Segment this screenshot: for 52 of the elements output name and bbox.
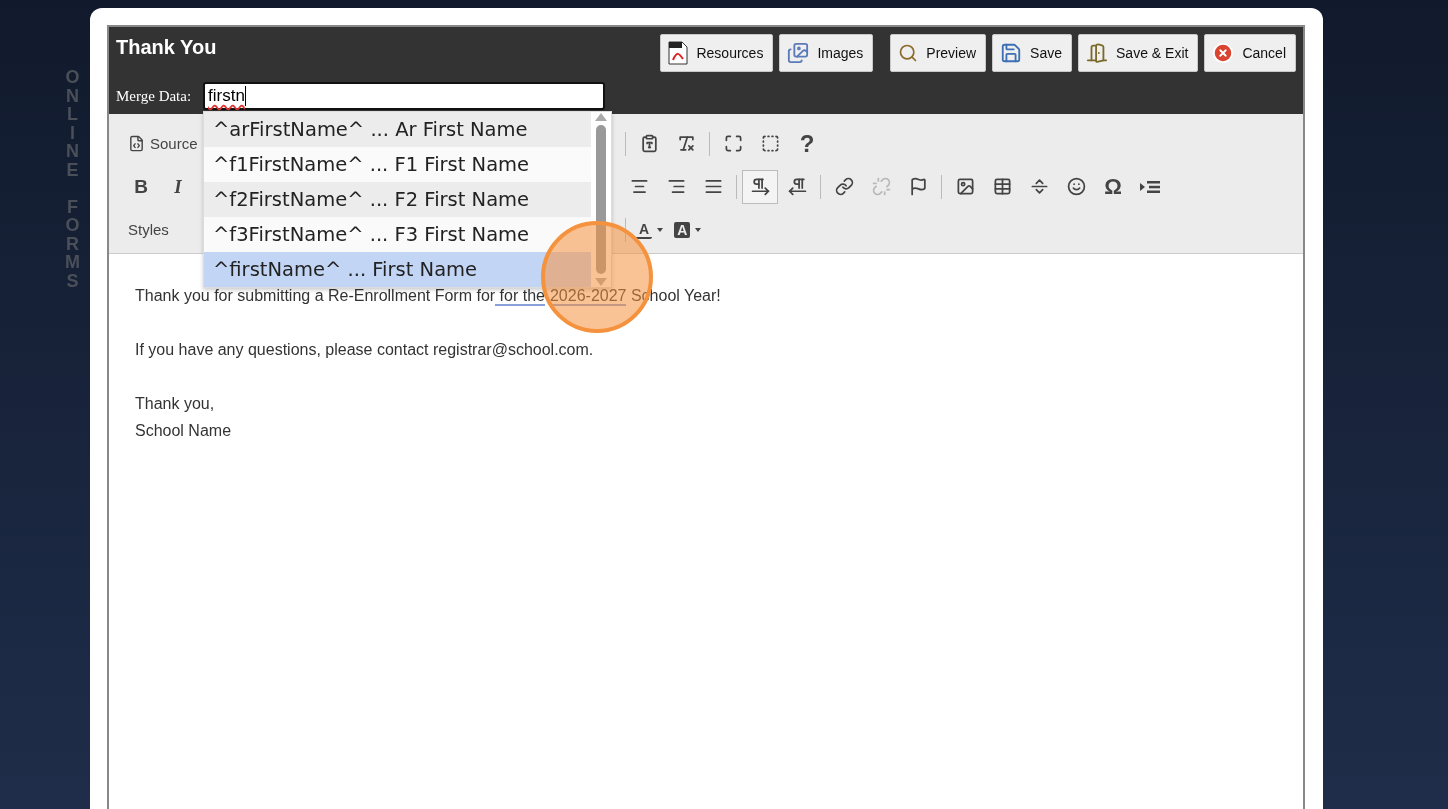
flag-icon [908,177,928,196]
smiley-icon [1066,177,1086,196]
special-char-button[interactable]: Ω [1095,169,1131,204]
align-right-icon [666,177,686,196]
door-icon [1086,42,1109,64]
clipboard-icon [639,134,659,153]
images-button[interactable]: Images [779,34,874,72]
maximize-icon [723,134,743,153]
align-justify-icon [703,177,723,196]
text-color-button[interactable]: A [631,212,669,247]
suggestion-item[interactable]: ^f3FirstName^ ... F3 First Name [204,217,591,252]
unlink-icon [871,177,891,196]
table-icon [992,177,1012,196]
save-exit-button[interactable]: Save & Exit [1078,34,1199,72]
body-text: If you have any questions, please contact registrar@school.com. [135,340,595,360]
styles-button[interactable]: Styles [123,212,174,247]
bold-button[interactable]: B [123,169,159,204]
search-icon [898,43,919,63]
bg-color-button[interactable]: A [669,212,707,247]
save-button[interactable]: Save [992,34,1073,72]
align-center-icon [629,177,649,196]
italic-button[interactable]: I [160,169,196,204]
pdf-button[interactable]: Resources [660,34,774,72]
dialog-title: Thank You [116,35,217,59]
pdf-file-icon [668,41,689,65]
body-text: Thank you, [135,394,216,414]
images-icon [787,42,810,64]
remove-format-icon [676,134,696,153]
caret-icon [657,227,664,232]
merge-data-label: Merge Data: [116,87,193,105]
suggestion-item[interactable]: ^firstName^ ... First Name [204,252,591,287]
close-icon [1212,42,1235,64]
body-text: School Name [135,421,233,441]
suggestion-item[interactable]: ^arFirstName^ ... Ar First Name [204,112,591,147]
pilcrow-right-icon [750,177,770,196]
caret-icon [695,227,702,232]
cancel-button[interactable]: Cancel [1204,34,1296,72]
dashed-square-icon [760,134,780,153]
indent-icon [1140,178,1160,195]
help-button[interactable]: ? [789,126,825,161]
suggestion-item[interactable]: ^f1FirstName^ ... F1 First Name [204,147,591,182]
link-icon [834,177,854,196]
merge-data-field[interactable]: firstn [203,82,605,110]
image-icon [955,177,975,196]
suggestion-item[interactable]: ^f2FirstName^ ... F2 First Name [204,182,591,217]
horizontal-rule-icon [1029,177,1049,196]
source-icon [128,135,145,152]
preview-button[interactable]: Preview [890,34,987,72]
save-icon [1000,42,1023,64]
pilcrow-left-icon [787,177,807,196]
source-button[interactable]: Source [123,126,203,161]
ltr-button[interactable] [742,169,778,204]
